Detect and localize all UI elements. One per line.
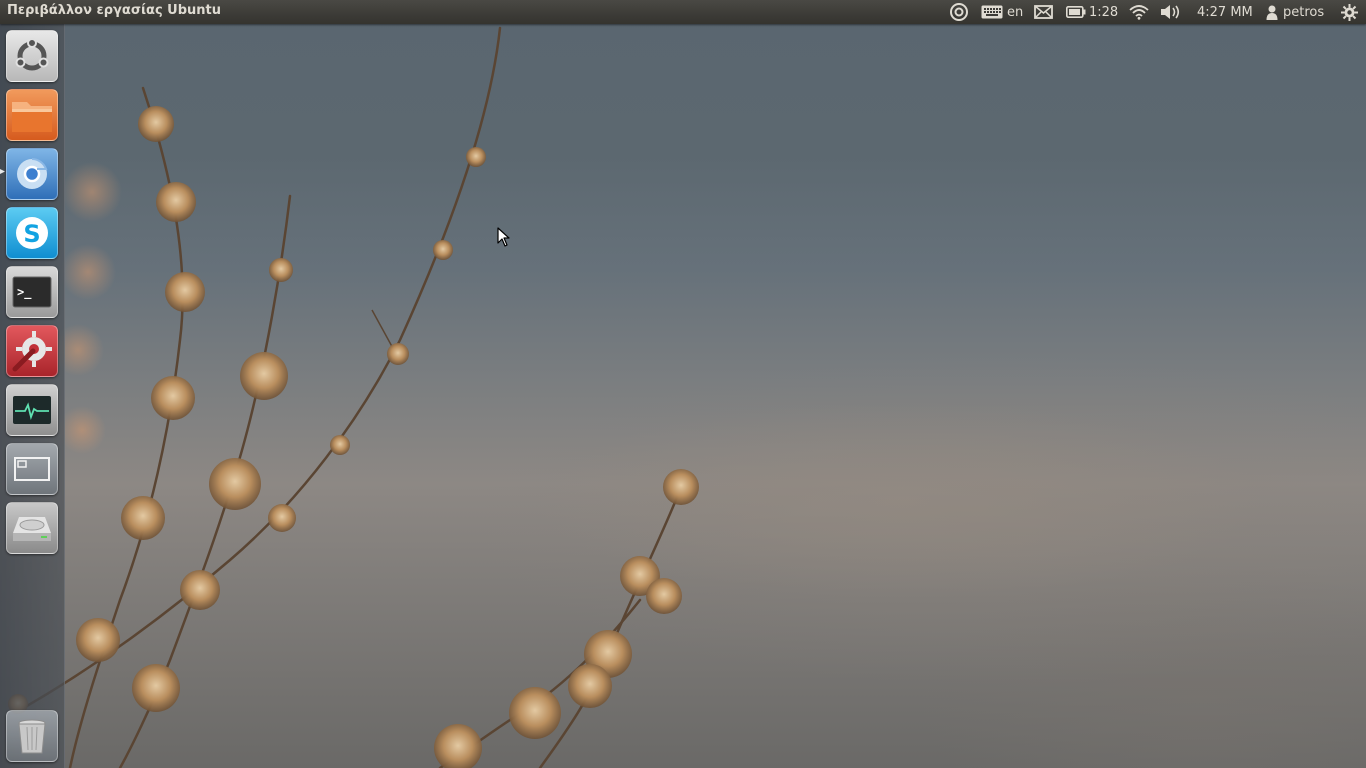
launcher-item-system-monitor[interactable] bbox=[6, 384, 58, 436]
running-indicator bbox=[0, 169, 5, 174]
clock-label: 4:27 ΜΜ bbox=[1197, 4, 1253, 20]
chromium-icon bbox=[17, 158, 48, 189]
svg-text:S: S bbox=[23, 220, 40, 248]
folder-icon bbox=[12, 102, 52, 132]
user-icon bbox=[1266, 5, 1278, 20]
messaging-indicator[interactable] bbox=[1034, 0, 1053, 24]
session-indicator[interactable] bbox=[1341, 0, 1358, 24]
launcher-item-workspace-switcher[interactable] bbox=[6, 443, 58, 495]
network-indicator[interactable] bbox=[1129, 0, 1149, 24]
sync-icon bbox=[950, 3, 968, 21]
speaker-icon bbox=[1161, 5, 1180, 19]
launcher-item-terminal[interactable]: >_ bbox=[6, 266, 58, 318]
wallpaper-flower-branches bbox=[8, 26, 699, 768]
battery-indicator[interactable]: 1:28 bbox=[1066, 0, 1118, 24]
battery-time-label: 1:28 bbox=[1089, 4, 1119, 20]
wifi-icon bbox=[1129, 5, 1149, 20]
launcher-item-chromium[interactable] bbox=[6, 148, 58, 200]
launcher-item-disk[interactable] bbox=[6, 502, 58, 554]
terminal-icon: >_ bbox=[12, 276, 52, 308]
launcher-item-files[interactable] bbox=[6, 89, 58, 141]
ubuntu-logo-icon bbox=[15, 38, 49, 71]
trash-icon bbox=[18, 719, 46, 754]
mouse-cursor-icon bbox=[497, 227, 510, 247]
launcher-item-skype[interactable]: S bbox=[6, 207, 58, 259]
launcher-item-dash-home[interactable] bbox=[6, 30, 58, 82]
launcher-item-system-settings[interactable] bbox=[6, 325, 58, 377]
settings-icon bbox=[12, 331, 52, 372]
sound-indicator[interactable] bbox=[1160, 0, 1182, 24]
clock-indicator[interactable]: 4:27 ΜΜ bbox=[1197, 0, 1253, 24]
desktop-wallpaper[interactable] bbox=[0, 0, 1366, 768]
launcher: S >_ bbox=[0, 24, 65, 768]
ubuntu-one-indicator[interactable] bbox=[949, 0, 969, 24]
gear-icon bbox=[1341, 3, 1358, 21]
workspace-switcher-icon bbox=[14, 457, 50, 481]
user-indicator[interactable]: petros bbox=[1266, 0, 1324, 24]
window-title: Περιβάλλον εργασίας Ubuntu bbox=[7, 3, 222, 18]
hard-drive-icon bbox=[13, 517, 51, 541]
username-label: petros bbox=[1283, 4, 1325, 20]
top-panel: Περιβάλλον εργασίας Ubuntu en 1:28 4:27 … bbox=[0, 0, 1366, 24]
envelope-icon bbox=[1034, 5, 1053, 19]
skype-icon: S bbox=[16, 217, 48, 249]
keyboard-icon bbox=[981, 5, 1003, 19]
system-monitor-icon bbox=[13, 396, 51, 424]
svg-text:>_: >_ bbox=[17, 285, 32, 300]
keyboard-layout-label: en bbox=[1007, 4, 1024, 20]
launcher-item-trash[interactable] bbox=[6, 710, 58, 762]
battery-icon bbox=[1066, 6, 1086, 18]
keyboard-indicator[interactable]: en bbox=[981, 0, 1023, 24]
